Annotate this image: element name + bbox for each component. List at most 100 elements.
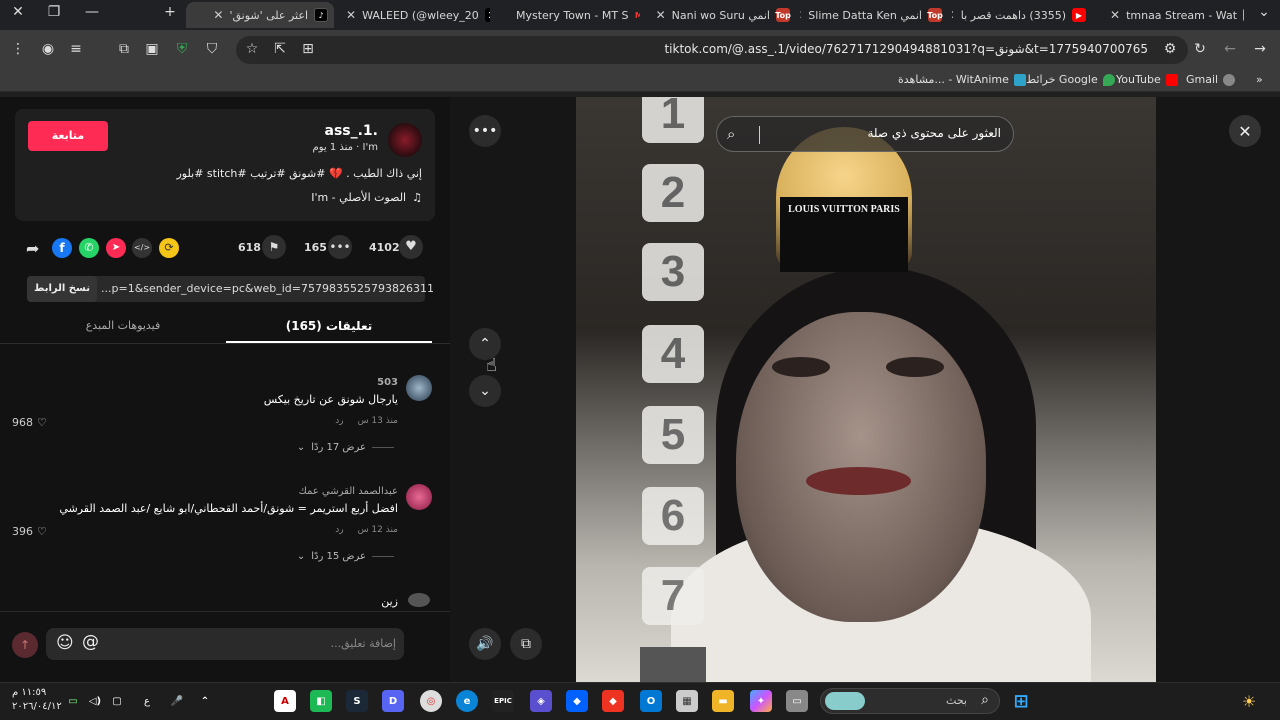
dropbox-icon[interactable]: ◆: [566, 690, 588, 712]
tab-mystery-town[interactable]: Mystery Town - MT S MT: [494, 2, 640, 28]
weather-icon[interactable]: ☀: [1238, 690, 1260, 712]
back-icon[interactable]: →: [1250, 41, 1270, 57]
extension-icon[interactable]: ≡: [66, 41, 86, 57]
copilot-icon[interactable]: ✦: [750, 690, 772, 712]
comment-icon[interactable]: •••: [328, 235, 352, 259]
puzzle-icon[interactable]: ⧉: [114, 41, 134, 57]
close-tab-icon[interactable]: ✕: [346, 8, 356, 22]
microphone-icon[interactable]: 🎤: [166, 690, 188, 712]
close-tab-icon[interactable]: ✕: [213, 8, 223, 22]
tab-creator-videos[interactable]: فيديوهات المبدع: [20, 319, 226, 332]
site-settings-icon[interactable]: ⚙: [1160, 41, 1180, 57]
miniplayer-icon[interactable]: ⧉: [510, 628, 542, 660]
post-comment-button[interactable]: ↑: [12, 632, 38, 658]
bookmark-youtube[interactable]: YouTube: [1116, 73, 1178, 86]
shield-icon[interactable]: ⛨: [172, 41, 192, 57]
app-icon[interactable]: ◆: [602, 690, 624, 712]
reload-icon[interactable]: ↻: [1190, 41, 1210, 57]
file-explorer-icon[interactable]: ▬: [712, 690, 734, 712]
facebook-icon[interactable]: f: [52, 238, 72, 258]
view-replies-button[interactable]: عرض 15 ردًا ⌄: [297, 551, 394, 562]
mention-icon[interactable]: @: [82, 632, 99, 652]
comment-input[interactable]: ☺ @ إضافة تعليق...: [46, 628, 404, 660]
task-view-icon[interactable]: ▭: [786, 690, 808, 712]
taskbar-search[interactable]: بحث ⌕: [820, 688, 1000, 714]
emoji-icon[interactable]: ☺: [56, 633, 74, 653]
comment-like[interactable]: 396 ♡: [12, 525, 47, 538]
tab-tiktok[interactable]: ♪ اعثر على 'شونق' ✕: [186, 2, 334, 28]
heart-icon[interactable]: ♥: [399, 235, 423, 259]
close-tab-icon[interactable]: ✕: [656, 8, 666, 22]
avatar[interactable]: [406, 375, 432, 401]
close-window-icon[interactable]: ✕: [6, 4, 30, 20]
tab-slime[interactable]: Top انمي Slime Datta Ken ✕: [800, 2, 948, 28]
send-icon[interactable]: ➤: [106, 238, 126, 258]
tab-comments[interactable]: تعليقات (165): [226, 319, 432, 333]
share-arrow-icon[interactable]: ➦: [26, 239, 39, 258]
video-player[interactable]: LOUIS VUITTON PARIS 1 2 3 4 5 6 7: [576, 97, 1156, 682]
next-video-button[interactable]: ⌄: [469, 375, 501, 407]
store-icon[interactable]: ▦: [676, 690, 698, 712]
more-options-icon[interactable]: •••: [469, 115, 501, 147]
reply-link[interactable]: رد: [335, 525, 343, 535]
minimize-window-icon[interactable]: —: [80, 4, 104, 20]
close-video-icon[interactable]: ✕: [1229, 115, 1261, 147]
menu-icon[interactable]: ⋮: [8, 41, 28, 57]
close-tab-icon[interactable]: ✕: [800, 8, 802, 22]
app-icon[interactable]: ◈: [530, 690, 552, 712]
language-indicator[interactable]: ع: [136, 690, 158, 712]
search-icon[interactable]: ⌕: [727, 125, 735, 143]
comment-username[interactable]: عبدالصمد القرشي عمك: [299, 486, 398, 497]
url-text[interactable]: tiktok.com/@.ass_.1/video/76271712904948…: [236, 42, 1148, 56]
profile-icon[interactable]: ◉: [38, 41, 58, 57]
avatar[interactable]: [388, 123, 422, 157]
extension-icon[interactable]: ▣: [142, 41, 162, 57]
show-hidden-icons[interactable]: ⌃: [194, 690, 216, 712]
bookmark-witanime[interactable]: مشاهدة... - WitAnime: [898, 73, 1026, 86]
close-tab-icon[interactable]: ✕: [952, 8, 955, 22]
avatar[interactable]: [408, 593, 430, 607]
app-icon[interactable]: ◧: [310, 690, 332, 712]
speaker-icon[interactable]: ◁): [84, 690, 106, 712]
app-icon[interactable]: A: [274, 690, 296, 712]
username[interactable]: ass_.1.: [325, 123, 379, 139]
network-icon[interactable]: ▢: [106, 690, 128, 712]
battery-icon[interactable]: ▭: [62, 690, 84, 712]
volume-icon[interactable]: 🔊: [469, 628, 501, 660]
link-text[interactable]: ...p=1&sender_device=pc&web_id=757983552…: [101, 282, 434, 295]
repost-icon[interactable]: ⟳: [159, 238, 179, 258]
tab-x[interactable]: ✕ WALEED (@wleey_20 X: [340, 2, 490, 28]
copy-link-button[interactable]: نسخ الرابط: [27, 276, 97, 302]
comment-username[interactable]: 503: [377, 377, 398, 388]
address-bar[interactable]: ☆ ⇱ ⊞ tiktok.com/@.ass_.1/video/76271712…: [236, 36, 1188, 64]
view-replies-button[interactable]: عرض 17 ردًا ⌄: [297, 442, 394, 453]
follow-button[interactable]: متابعة: [28, 121, 108, 151]
sound-row[interactable]: ♫ الصوت الأصلي - I'm: [311, 191, 422, 204]
restore-window-icon[interactable]: ❐: [42, 4, 66, 20]
avatar[interactable]: [406, 484, 432, 510]
bookmark-google-maps[interactable]: خرائط Google: [1026, 73, 1115, 86]
whatsapp-icon[interactable]: ✆: [79, 238, 99, 258]
shield-icon[interactable]: ⛉: [202, 41, 222, 57]
outlook-icon[interactable]: O: [640, 690, 662, 712]
new-tab-icon[interactable]: +: [158, 4, 182, 20]
tab-nani-wo-suru[interactable]: Top انمي Nani wo Suru ✕: [646, 2, 796, 28]
bookmark-gmail[interactable]: Gmail: [1186, 73, 1236, 86]
chrome-icon[interactable]: ◎: [420, 690, 442, 712]
close-tab-icon[interactable]: ✕: [1110, 8, 1120, 22]
embed-icon[interactable]: </>: [132, 238, 152, 258]
tab-search-icon[interactable]: ⌄: [1252, 4, 1276, 20]
related-search-box[interactable]: ⌕ العثور على محتوى ذي صلة: [716, 116, 1014, 152]
steam-icon[interactable]: S: [346, 690, 368, 712]
comment-like[interactable]: 968 ♡: [12, 416, 47, 429]
more-bookmarks-icon[interactable]: »: [1256, 73, 1263, 86]
clock[interactable]: ١١:٥٩ م ٢٠٢٦/٠٤/١٢: [12, 686, 62, 714]
reply-link[interactable]: رد: [335, 416, 343, 426]
windows-start-icon[interactable]: ⊞: [1010, 690, 1032, 712]
bookmark-icon[interactable]: ⚑: [262, 235, 286, 259]
epic-games-icon[interactable]: EPIC: [492, 690, 514, 712]
edge-icon[interactable]: e: [456, 690, 478, 712]
tab-youtube[interactable]: ▶ (3355) داهمت قصر با ✕: [952, 2, 1092, 28]
forward-icon[interactable]: ←: [1220, 41, 1240, 57]
tab-kick[interactable]: ✕ tmnaa Stream - Wat K: [1104, 2, 1244, 28]
